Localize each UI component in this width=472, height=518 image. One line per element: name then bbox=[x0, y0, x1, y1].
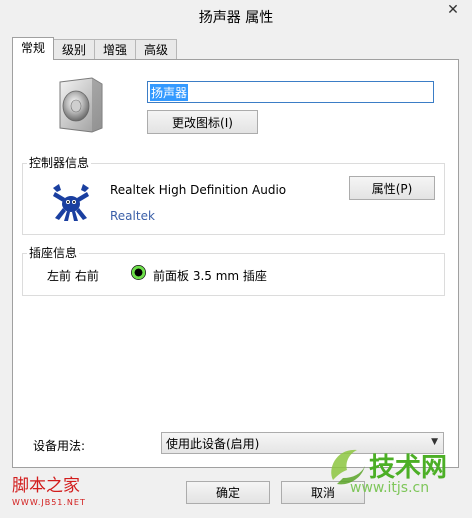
tab-enhancements[interactable]: 增强 bbox=[94, 39, 137, 60]
jack-info-group: 插座信息 左前 右前 前面板 3.5 mm 插座 bbox=[22, 246, 445, 296]
change-icon-button[interactable]: 更改图标(I) bbox=[147, 110, 258, 134]
close-icon: ✕ bbox=[447, 2, 459, 18]
tab-general[interactable]: 常规 bbox=[12, 37, 55, 60]
tab-advanced[interactable]: 高级 bbox=[135, 39, 178, 60]
watermark-itjs-url: www.itjs.cn bbox=[350, 480, 430, 496]
watermark-jb51-url: WWW.JB51.NET bbox=[12, 498, 86, 507]
ok-button[interactable]: 确定 bbox=[186, 481, 270, 504]
device-usage-label: 设备用法: bbox=[33, 439, 86, 453]
realtek-crab-icon bbox=[53, 184, 89, 221]
close-button[interactable]: ✕ bbox=[440, 0, 466, 20]
jack-channels: 左前 右前 bbox=[47, 269, 99, 283]
controller-info-group: 控制器信息 Realtek High Definition Audio Real… bbox=[22, 156, 445, 235]
device-name-input[interactable]: 扬声器 bbox=[147, 81, 434, 103]
device-name-value: 扬声器 bbox=[150, 83, 189, 101]
tab-levels[interactable]: 级别 bbox=[53, 39, 96, 60]
title-bar: 扬声器 属性 ✕ bbox=[0, 0, 472, 32]
window-title: 扬声器 属性 bbox=[198, 10, 274, 26]
general-tab-panel: 扬声器 更改图标(I) 控制器信息 Realtek High Definitio… bbox=[12, 59, 459, 468]
jack-color-indicator bbox=[131, 265, 146, 280]
speaker-icon bbox=[59, 77, 103, 133]
device-usage-value: 使用此设备(启用) bbox=[166, 436, 260, 451]
controller-vendor: Realtek bbox=[110, 209, 155, 223]
jack-description: 前面板 3.5 mm 插座 bbox=[153, 269, 267, 283]
controller-properties-button[interactable]: 属性(P) bbox=[349, 176, 435, 200]
jack-info-label: 插座信息 bbox=[27, 246, 80, 260]
watermark-itjs-brand: 技术网 bbox=[369, 453, 448, 483]
tab-strip: 常规 级别 增强 高级 bbox=[12, 37, 178, 60]
controller-name: Realtek High Definition Audio bbox=[110, 183, 287, 197]
watermark-jb51-title: 脚本之家 bbox=[12, 476, 80, 496]
controller-info-label: 控制器信息 bbox=[27, 156, 92, 170]
